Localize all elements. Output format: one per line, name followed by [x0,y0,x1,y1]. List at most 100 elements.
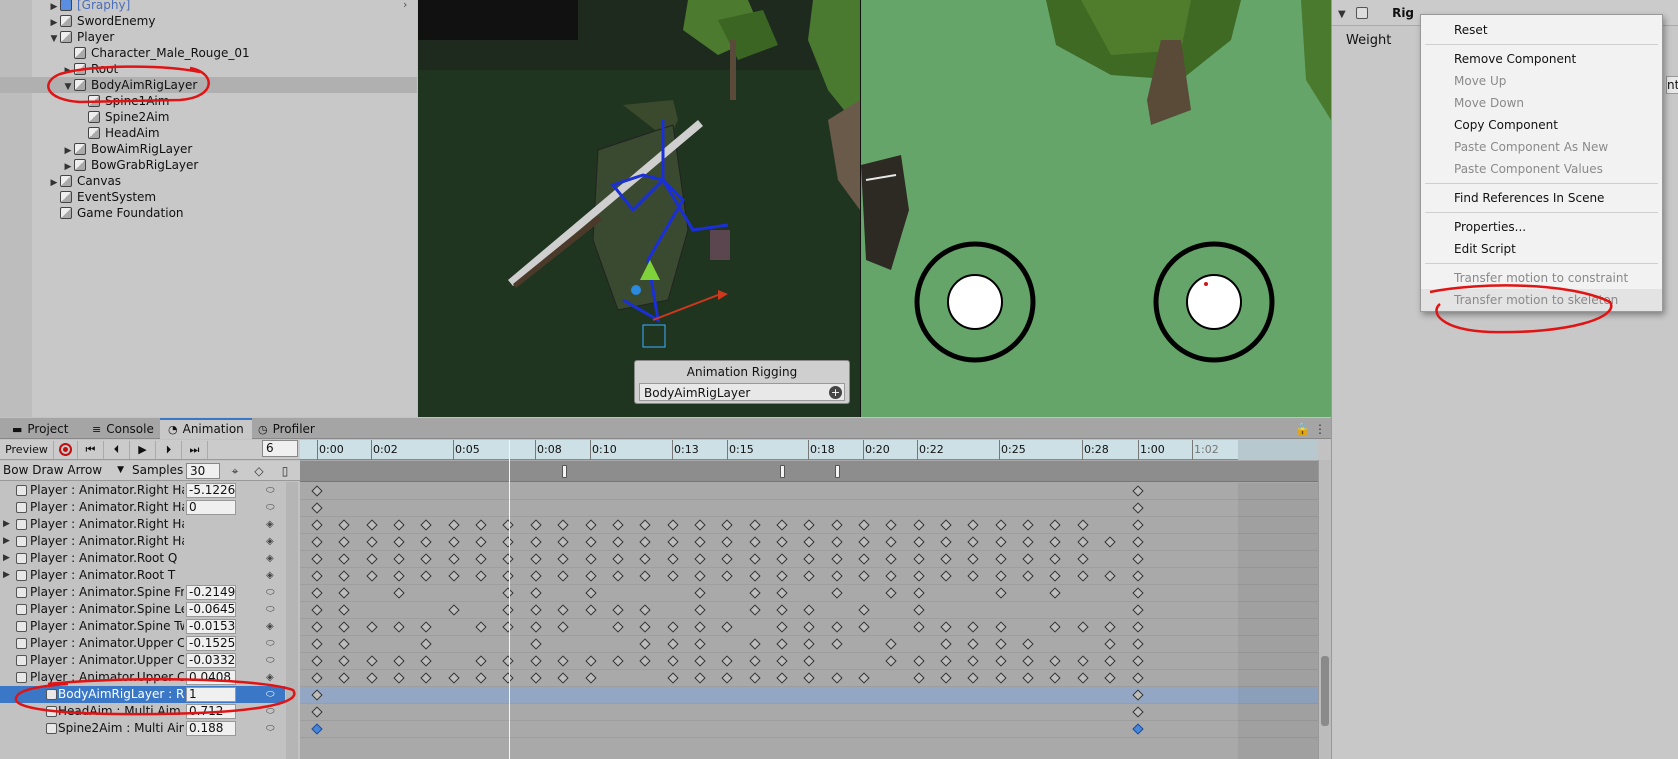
keyframe[interactable] [584,519,597,531]
property-value-field[interactable]: -0.0645 [186,602,236,617]
keyframe[interactable] [612,553,624,565]
property-row[interactable]: Player : Animator.Spine Fror -0.2149 ⬭ [0,584,285,601]
menu-item[interactable]: Reset [1421,19,1662,41]
keyframe[interactable] [694,587,706,599]
clipped-button[interactable]: nt [1666,76,1678,94]
keyframe[interactable] [940,672,952,684]
curve-icon[interactable]: ⬭ [266,499,275,516]
keyframe[interactable] [338,553,351,565]
keyframe[interactable] [748,604,761,616]
prev-key-button[interactable]: ⏴ [104,441,130,459]
keyframe[interactable] [776,587,788,599]
keyframe[interactable] [858,570,870,582]
keyframe[interactable] [557,553,569,565]
keyframe-icon[interactable]: ◈ [266,669,274,686]
keyframe[interactable] [694,621,706,633]
keyframe-row[interactable] [300,517,1318,534]
keyframe[interactable] [885,519,898,531]
keyframe[interactable] [995,655,1007,667]
keyframe-grid[interactable] [300,483,1318,759]
keyframe[interactable] [366,519,378,531]
property-row[interactable]: Player : Animator.Right Han 0 ⬭ [0,499,285,516]
keyframe[interactable] [338,655,351,667]
keyframe[interactable] [830,638,843,650]
keyframe-row[interactable] [300,585,1318,602]
property-value-field[interactable]: 0.712 [186,704,236,719]
next-key-button[interactable]: ⏵ [156,441,182,459]
keyframe[interactable] [995,553,1007,565]
keyframe-icon[interactable]: ◈ [266,618,274,635]
keyframe[interactable] [311,553,323,565]
keyframe[interactable] [748,638,761,650]
property-row[interactable]: HeadAim : Multi Aim Cr 0.712 ⬭ [0,703,285,720]
property-value-field[interactable]: -5.1226 [186,483,236,498]
keyframe[interactable] [913,621,925,633]
keyframe[interactable] [475,621,487,633]
keyframe[interactable] [530,553,542,565]
keyframe[interactable] [666,519,679,531]
keyframe[interactable] [448,553,460,565]
keyframe[interactable] [967,672,980,684]
keyframe[interactable] [448,536,460,548]
keyframe[interactable] [1077,536,1089,548]
keyframe[interactable] [830,519,843,531]
expand-icon[interactable]: ▶ [3,550,10,567]
keyframe[interactable] [803,570,815,582]
keyframe[interactable] [940,570,952,582]
keyframe[interactable] [1022,672,1034,684]
keyframe[interactable] [666,621,679,633]
keyframe[interactable] [393,621,405,633]
menu-item[interactable]: Edit Script [1421,238,1662,260]
keyframe[interactable] [393,553,405,565]
tab-console[interactable]: ≡ Console [84,420,162,439]
keyframe[interactable] [913,604,925,616]
keyframe[interactable] [1022,570,1034,582]
keyframe[interactable] [721,655,733,667]
hierarchy-item[interactable]: ▶ Root [0,61,417,77]
preview-button[interactable]: Preview [0,441,54,459]
keyframe[interactable] [420,536,433,548]
keyframe[interactable] [995,672,1007,684]
keyframe[interactable] [420,519,433,531]
keyframe[interactable] [913,672,925,684]
keyframe[interactable] [612,604,624,616]
keyframe[interactable] [995,536,1007,548]
keyframe[interactable] [557,604,569,616]
hierarchy-item[interactable]: Game Foundation [0,205,417,221]
keyframe-icon[interactable]: ◈ [266,550,274,567]
keyframe[interactable] [393,655,405,667]
hierarchy-item[interactable]: ▶ SwordEnemy [0,13,417,29]
fold-down-icon[interactable]: ▼ [1338,9,1346,20]
keyframe[interactable] [1104,672,1116,684]
property-value-field[interactable]: -0.2149 [186,585,236,600]
hierarchy-item[interactable]: ▶ BowGrabRigLayer [0,157,417,173]
keyframe[interactable] [448,672,460,684]
scrollbar-thumb[interactable] [1321,656,1329,726]
curve-icon[interactable]: ⬭ [266,720,275,737]
keyframe[interactable] [530,638,542,650]
keyframe[interactable] [612,621,624,633]
keyframe[interactable] [557,519,569,531]
keyframe[interactable] [885,553,898,565]
keyframe[interactable] [858,672,870,684]
keyframe[interactable] [612,655,624,667]
keyframe[interactable] [858,621,870,633]
keyframe[interactable] [366,553,378,565]
animation-event-marker[interactable] [835,465,840,478]
animation-event-marker[interactable] [562,465,567,478]
property-scrollbar[interactable] [286,482,298,759]
keyframe[interactable] [584,553,597,565]
hierarchy-item[interactable]: HeadAim [0,125,417,141]
keyframe[interactable] [584,604,597,616]
keyframe[interactable] [584,672,597,684]
time-ruler[interactable]: 0:00 0:02 0:05 0:08 0:10 0:13 0:15 0:18 0:20 0:22… [300,440,1318,460]
hierarchy-item[interactable]: ▶ Canvas [0,173,417,189]
first-key-button[interactable]: ⏮ [78,441,104,459]
keyframe[interactable] [1022,519,1034,531]
keyframe[interactable] [1049,536,1062,548]
more-options-icon[interactable]: ⋮ [1314,422,1326,436]
frame-field[interactable]: 6 [262,440,298,457]
keyframe[interactable] [940,536,952,548]
keyframe[interactable] [748,587,761,599]
keyframe[interactable] [393,519,405,531]
